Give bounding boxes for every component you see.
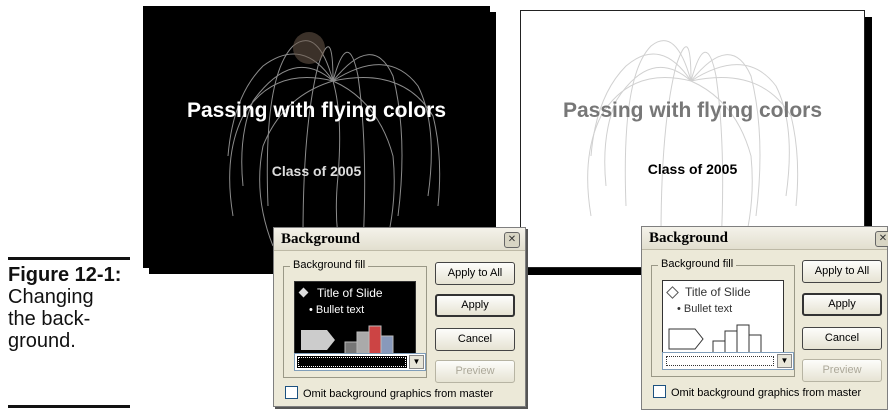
slide-subtitle: Class of 2005 (271, 163, 362, 179)
background-fill-label: Background fill (290, 259, 369, 271)
background-dialog: Background ✕ Background fill Title of Sl… (273, 227, 526, 407)
apply-button[interactable]: Apply (802, 293, 882, 316)
figure-number: Figure 12-1: (8, 264, 122, 286)
caption-line-3: ground. (8, 330, 76, 352)
dialog-titlebar[interactable]: Background ✕ (642, 227, 888, 250)
figure-caption: Figure 12-1: Changing the back- ground. (8, 264, 132, 352)
chevron-down-icon[interactable]: ▼ (409, 355, 424, 369)
slide-title: Passing with flying colors (186, 99, 447, 122)
caption-line-1: Changing (8, 286, 94, 308)
close-icon[interactable]: ✕ (875, 231, 888, 247)
apply-to-all-button[interactable]: Apply to All (802, 260, 882, 283)
cancel-button[interactable]: Cancel (435, 328, 515, 351)
omit-graphics-label: Omit background graphics from master (303, 388, 494, 400)
slide-title: Passing with flying colors (562, 99, 823, 122)
cancel-button[interactable]: Cancel (802, 327, 882, 350)
diamond-bullet-icon (298, 287, 309, 298)
preview-bullet-text: • Bullet text (677, 303, 733, 315)
preview-bullet-text: • Bullet text (309, 304, 365, 316)
fill-color-swatch (297, 356, 407, 368)
diamond-bullet-icon (666, 286, 679, 299)
fill-color-dropdown[interactable]: ▼ (662, 352, 794, 370)
dialog-title: Background (281, 231, 360, 247)
preview-title-text: Title of Slide (685, 285, 751, 299)
close-icon[interactable]: ✕ (504, 232, 520, 248)
dialog-titlebar[interactable]: Background ✕ (274, 228, 525, 251)
background-dialog: Background ✕ Background fill Title of Sl… (641, 226, 888, 410)
fill-color-dropdown[interactable]: ▼ (294, 353, 426, 371)
preview-title-text: Title of Slide (317, 286, 383, 300)
caption-line-2: the back- (8, 308, 91, 330)
caption-rule-top (8, 257, 130, 260)
omit-graphics-label: Omit background graphics from master (671, 387, 862, 399)
background-fill-label: Background fill (658, 258, 737, 270)
omit-graphics-checkbox[interactable] (285, 386, 298, 399)
chevron-down-icon[interactable]: ▼ (777, 354, 792, 368)
dialog-title: Background (649, 230, 728, 246)
preview-button[interactable]: Preview (435, 360, 515, 383)
apply-button[interactable]: Apply (435, 294, 515, 317)
omit-graphics-option[interactable]: Omit background graphics from master (653, 385, 861, 399)
caption-rule-bottom (8, 405, 130, 408)
slide-subtitle: Class of 2005 (647, 161, 738, 177)
preview-button[interactable]: Preview (802, 359, 882, 382)
fill-color-swatch (665, 355, 775, 367)
apply-to-all-button[interactable]: Apply to All (435, 262, 515, 285)
omit-graphics-checkbox[interactable] (653, 385, 666, 398)
omit-graphics-option[interactable]: Omit background graphics from master (285, 386, 493, 400)
